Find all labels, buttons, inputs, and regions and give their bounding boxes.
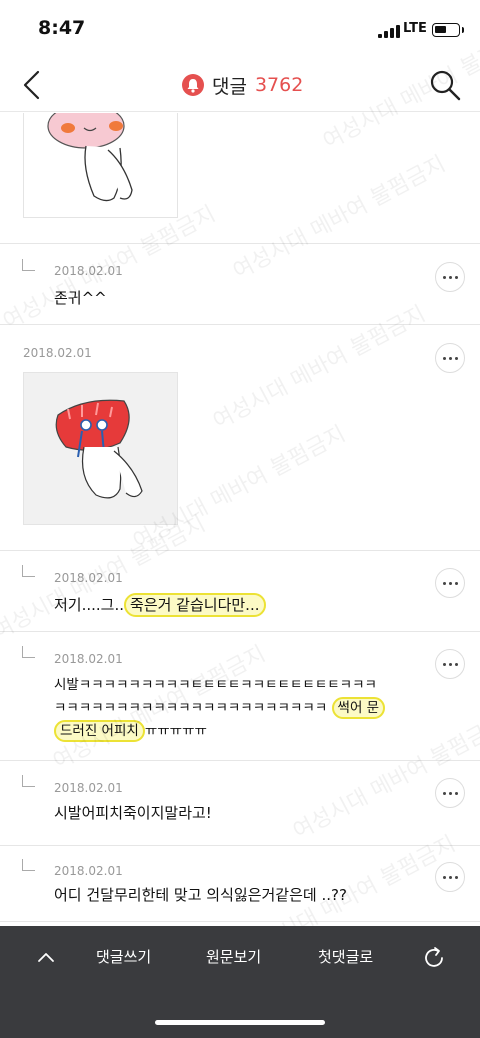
more-options-button[interactable] <box>435 778 465 808</box>
chevron-up-icon[interactable] <box>36 948 56 966</box>
header-title: 댓글 <box>212 75 247 98</box>
comment-date: 2018.02.01 <box>54 781 123 795</box>
reply-indicator <box>22 775 35 787</box>
comment-date: 2018.02.01 <box>54 571 123 585</box>
comment-date: 2018.02.01 <box>54 652 123 666</box>
comment-date: 2018.02.01 <box>23 346 92 360</box>
reply-indicator <box>22 646 35 658</box>
divider <box>0 921 480 922</box>
comment-text: 존귀^^ <box>54 289 107 307</box>
comment-text-plain: 저기....그.. <box>54 596 125 614</box>
network-label: LTE <box>403 21 427 36</box>
highlighted-text: 드러진 어피치 <box>54 720 145 742</box>
divider <box>0 760 480 761</box>
comments-header: 댓글 3762 <box>0 58 480 112</box>
comment-text: 어디 건달무리한테 맞고 의식잃은거같은데 ..?? <box>54 886 347 904</box>
comment-line: ㅠㅠㅠㅠㅠ <box>144 723 207 739</box>
comment-line: 시발ㅋㅋㅋㅋㅋㅋㅋㅋㅋㅌㅌㅌㅌㅋㅋㅌㅌㅌㅌㅌㅌㅋㅋㅋ <box>54 677 377 693</box>
highlighted-text: 썩어 문 <box>331 697 386 719</box>
divider <box>0 550 480 551</box>
more-options-button[interactable] <box>435 262 465 292</box>
more-options-button[interactable] <box>435 649 465 679</box>
comment-list: 2018.02.01 존귀^^ 2018.02.01 2018.02.01 저기… <box>0 113 480 926</box>
bottom-toolbar: 댓글쓰기 원문보기 첫댓글로 <box>0 926 480 1038</box>
emoticon-image <box>23 113 178 218</box>
highlighted-text: 죽은거 같습니다만... <box>124 593 266 617</box>
status-time: 8:47 <box>38 17 86 39</box>
view-original-button[interactable]: 원문보기 <box>206 946 261 967</box>
bell-icon <box>182 74 204 96</box>
reply-indicator <box>22 259 35 271</box>
comment-date: 2018.02.01 <box>54 864 123 878</box>
battery-icon <box>432 23 464 37</box>
comment-count: 3762 <box>254 74 304 96</box>
reply-indicator <box>22 859 35 871</box>
comment-text: 저기....그.. 죽은거 같습니다만... <box>54 593 266 617</box>
divider <box>0 845 480 846</box>
more-options-button[interactable] <box>435 862 465 892</box>
comment-text: 시발어피치죽이지말라고! <box>54 804 212 822</box>
refresh-icon[interactable] <box>421 945 447 971</box>
divider <box>0 243 480 244</box>
home-indicator <box>155 1020 325 1025</box>
comment-line: ㅋㅋㅋㅋㅋㅋㅋㅋㅋㅋㅋㅋㅋㅋㅋㅋㅋㅋㅋㅋㅋㅋ <box>54 700 328 716</box>
header-title-group: 댓글 3762 <box>182 71 303 99</box>
write-comment-button[interactable]: 댓글쓰기 <box>96 946 151 967</box>
search-icon[interactable] <box>428 68 462 102</box>
back-arrow-icon[interactable] <box>18 66 48 104</box>
more-options-button[interactable] <box>435 343 465 373</box>
emoticon-image <box>23 372 178 525</box>
reply-indicator <box>22 565 35 577</box>
first-comment-button[interactable]: 첫댓글로 <box>318 946 373 967</box>
signal-icon <box>378 25 400 38</box>
more-options-button[interactable] <box>435 568 465 598</box>
comment-date: 2018.02.01 <box>54 264 123 278</box>
divider <box>0 324 480 325</box>
comment-text: 시발ㅋㅋㅋㅋㅋㅋㅋㅋㅋㅌㅌㅌㅌㅋㅋㅌㅌㅌㅌㅌㅌㅋㅋㅋ ㅋㅋㅋㅋㅋㅋㅋㅋㅋㅋㅋㅋㅋ… <box>54 674 439 743</box>
status-bar: 8:47 LTE <box>0 0 480 58</box>
divider <box>0 631 480 632</box>
